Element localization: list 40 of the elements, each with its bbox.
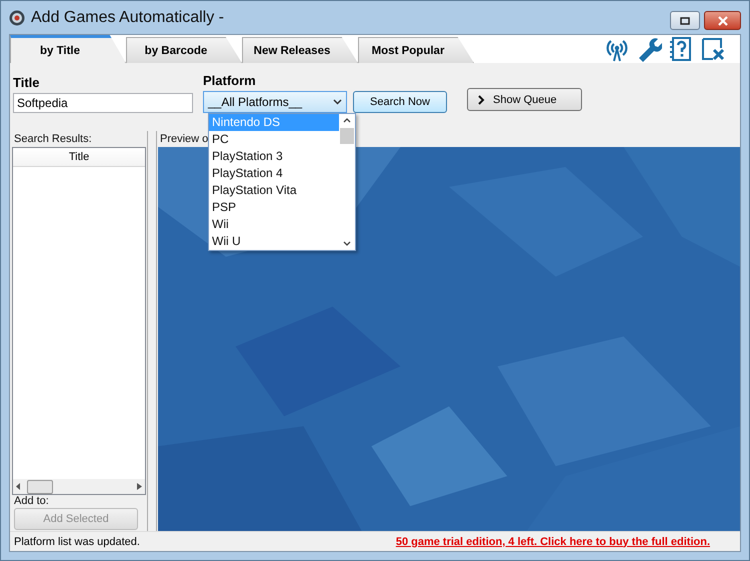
list-item[interactable]: PSP [209,199,339,216]
status-message: Platform list was updated. [14,536,140,548]
show-queue-button[interactable]: Show Queue [467,88,582,111]
close-icon [718,16,728,26]
disc-icon [9,10,25,26]
scroll-up-icon[interactable] [343,117,351,123]
list-item[interactable]: PlayStation 4 [209,165,339,182]
list-item[interactable]: Wii U [209,233,339,250]
list-item[interactable]: PC [209,131,339,148]
help-icon[interactable] [668,36,694,62]
scroll-left-icon[interactable] [16,483,21,490]
scroll-down-icon[interactable] [343,241,351,247]
title-label: Title [13,75,40,90]
list-item[interactable]: Wii [209,216,339,233]
search-results-label: Search Results: [13,132,93,147]
tab[interactable]: Most Popular [358,37,474,63]
scroll-right-icon[interactable] [137,483,142,490]
title-input[interactable]: Softpedia [13,93,193,113]
scrollbar[interactable] [13,479,145,494]
list-item[interactable]: PlayStation Vita [209,182,339,199]
platform-dropdown[interactable]: __All Platforms__ [203,91,347,113]
chevron-right-icon [478,94,485,104]
close-panel-icon[interactable] [700,36,726,62]
buy-link[interactable]: 50 game trial edition, 4 left. Click here to buy the full edition. [396,536,710,548]
window-title: Add Games Automatically - [31,8,224,26]
preview-label: Preview o [159,132,208,147]
tab[interactable]: New Releases [242,37,358,63]
search-button[interactable]: Search Now [353,91,447,113]
add-to-label: Add to: [13,495,50,508]
list-item[interactable]: PlayStation 3 [209,148,339,165]
scrollbar[interactable] [339,114,355,250]
tab[interactable]: by Barcode [126,37,242,63]
platform-label: Platform [203,73,257,88]
scroll-thumb[interactable] [27,480,53,494]
scroll-thumb[interactable] [340,128,354,144]
close-button[interactable] [704,11,741,30]
chevron-icon [333,99,342,105]
restore-icon [680,16,690,24]
restore-button[interactable] [670,11,700,30]
tab[interactable]: by Title [10,35,126,63]
